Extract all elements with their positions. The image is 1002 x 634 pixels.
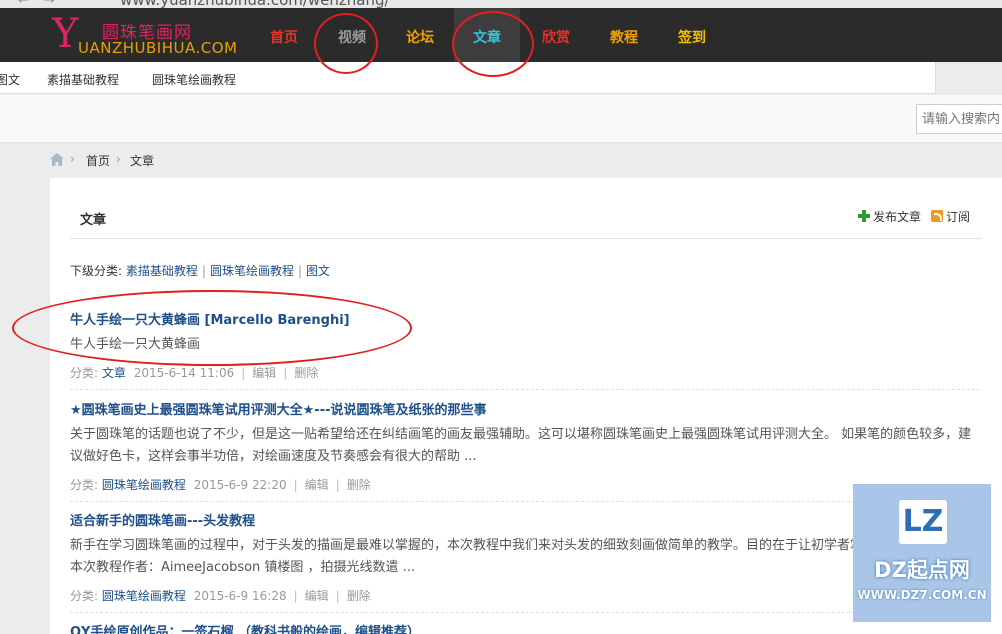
edit-link[interactable]: 编辑 <box>252 366 276 380</box>
nav-gallery[interactable]: 欣赏 <box>532 8 580 62</box>
article-category-link[interactable]: 圆珠笔绘画教程 <box>102 589 186 603</box>
delete-link[interactable]: 删除 <box>347 478 371 492</box>
breadcrumb-separator: › <box>116 152 121 166</box>
search-strip <box>0 95 1002 143</box>
article-category-link[interactable]: 文章 <box>102 366 126 380</box>
rss-icon <box>930 210 943 222</box>
browser-url-bar[interactable]: ← → www.yuanzhubihua.com/wenzhang/ <box>0 0 1002 8</box>
logo-initial: Y <box>52 11 79 57</box>
annotation-circle-first-article <box>12 290 412 366</box>
subnav-item-sketch[interactable]: 素描基础教程 <box>47 71 119 88</box>
article-title[interactable]: QY手绘原创作品：一签石榴 （教科书般的绘画，编辑推荐） <box>70 621 980 634</box>
article-summary: 关于圆珠笔的话题也说了不少，但是这一贴希望给还在纠结画笔的画友最强辅助。这可以堪… <box>70 427 972 464</box>
divider <box>70 238 982 239</box>
subcategory-sketch[interactable]: 素描基础教程 <box>126 264 198 278</box>
panel-actions: 发布文章 订阅 <box>857 208 970 225</box>
logo-english-name: UANZHUBIHUA.COM <box>78 39 238 57</box>
home-icon[interactable] <box>50 153 64 166</box>
nav-home[interactable]: 首页 <box>262 8 306 62</box>
category-label: 分类: <box>70 589 99 603</box>
search-input[interactable] <box>916 104 1002 134</box>
forward-icon[interactable]: → <box>44 0 55 8</box>
edit-link[interactable]: 编辑 <box>305 589 329 603</box>
article-date: 2015-6-9 16:28 <box>193 589 287 603</box>
article-title[interactable]: ★圆珠笔画史上最强圆珠笔试用评测大全★---说说圆珠笔及纸张的那些事 <box>70 399 980 418</box>
breadcrumb-current: 文章 <box>130 154 155 168</box>
subcategory-label: 下级分类: <box>70 264 123 278</box>
article-item: ★圆珠笔画史上最强圆珠笔试用评测大全★---说说圆珠笔及纸张的那些事 关于圆珠笔… <box>70 399 980 502</box>
delete-link[interactable]: 删除 <box>294 366 318 380</box>
article-date: 2015-6-14 11:06 <box>133 366 235 380</box>
annotation-circle-video <box>314 13 378 74</box>
article-title[interactable]: 适合新手的圆珠笔画---头发教程 <box>70 510 980 529</box>
article-separator <box>70 389 980 390</box>
annotation-circle-articles <box>452 11 534 77</box>
panel-title: 文章 <box>80 213 107 228</box>
article-item: QY手绘原创作品：一签石榴 （教科书般的绘画，编辑推荐） <box>70 621 980 634</box>
watermark-name: DZ起点网 <box>874 558 970 582</box>
nav-forum[interactable]: 论坛 <box>396 8 444 62</box>
back-icon[interactable]: ← <box>18 0 29 8</box>
article-separator <box>70 501 980 502</box>
subscribe-link[interactable]: 订阅 <box>946 210 970 224</box>
nav-tutorials[interactable]: 教程 <box>600 8 648 62</box>
article-category-link[interactable]: 圆珠笔绘画教程 <box>102 478 186 492</box>
breadcrumb-home[interactable]: 首页 <box>86 152 110 169</box>
article-item: 适合新手的圆珠笔画---头发教程 新手在学习圆珠笔画的过程中，对于头发的描画是最… <box>70 510 980 613</box>
article-meta: 分类: 文章 2015-6-14 11:06 | 编辑 | 删除 <box>70 366 319 380</box>
category-label: 分类: <box>70 366 99 380</box>
site-logo[interactable]: Y 圆珠笔画网 UANZHUBIHUA.COM <box>52 11 252 58</box>
article-date: 2015-6-9 22:20 <box>193 478 287 492</box>
article-separator <box>70 612 980 613</box>
subcategory-ballpen[interactable]: 圆珠笔绘画教程 <box>210 264 294 278</box>
subcategory-list: 下级分类: 素描基础教程 | 圆珠笔绘画教程 | 图文 <box>70 264 331 278</box>
watermark-url: WWW.DZ7.COM.CN <box>857 588 987 602</box>
nav-checkin[interactable]: 签到 <box>668 8 716 62</box>
publish-article-link[interactable]: 发布文章 <box>873 210 921 224</box>
article-meta: 分类: 圆珠笔绘画教程 2015-6-9 22:20 | 编辑 | 删除 <box>70 478 371 492</box>
watermark-mark: LZ <box>899 500 947 544</box>
edit-link[interactable]: 编辑 <box>305 478 329 492</box>
watermark-logo: LZ DZ起点网 WWW.DZ7.COM.CN <box>853 484 991 622</box>
subnav-item-tuwen[interactable]: 图文 <box>0 71 20 88</box>
url-text[interactable]: www.yuanzhubihua.com/wenzhang/ <box>120 0 390 8</box>
plus-icon <box>857 210 870 222</box>
breadcrumb-separator: › <box>70 152 75 166</box>
delete-link[interactable]: 删除 <box>347 589 371 603</box>
subcategory-tuwen[interactable]: 图文 <box>306 264 330 278</box>
article-meta: 分类: 圆珠笔绘画教程 2015-6-9 16:28 | 编辑 | 删除 <box>70 589 371 603</box>
subnav-item-ballpen[interactable]: 圆珠笔绘画教程 <box>152 71 236 88</box>
category-label: 分类: <box>70 478 99 492</box>
article-summary: 新手在学习圆珠笔画的过程中，对于头发的描画是最难以掌握的，本次教程中我们来对头发… <box>70 538 981 575</box>
